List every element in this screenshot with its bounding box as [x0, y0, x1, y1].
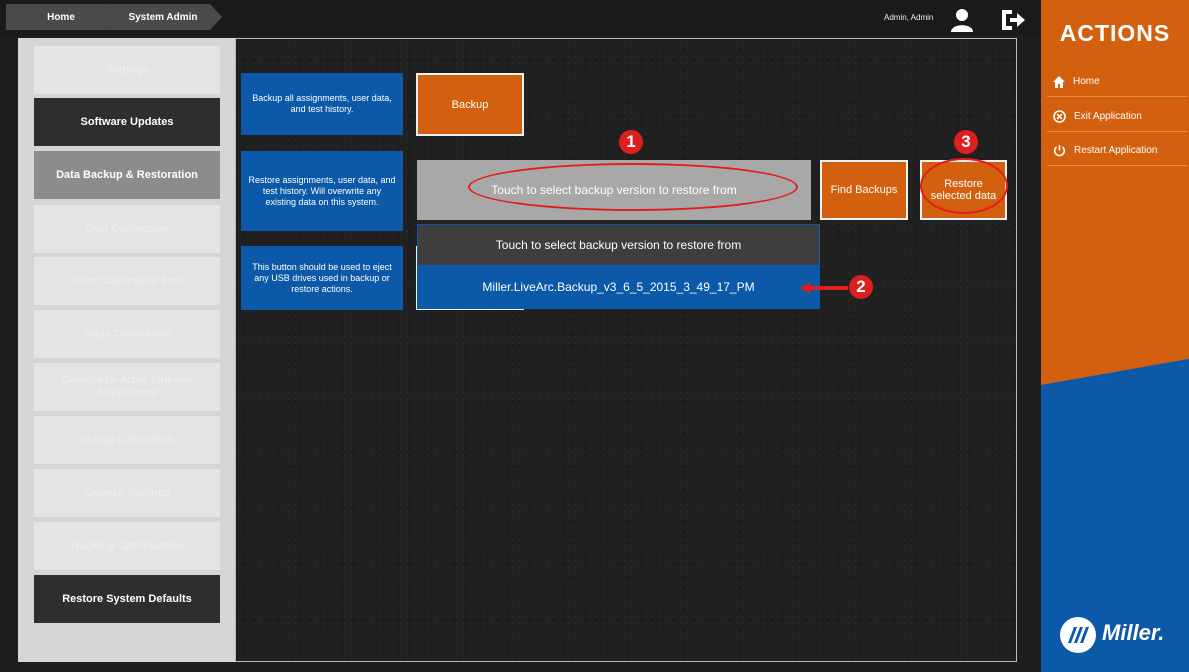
eject-description: This button should be used to eject any … — [241, 246, 403, 310]
sidebar-item-restore-defaults[interactable]: Restore System Defaults — [34, 575, 220, 623]
action-restart[interactable]: Restart Application — [1047, 136, 1187, 166]
restore-description: Restore assignments, user data, and test… — [241, 151, 403, 231]
logout-icon[interactable] — [1000, 8, 1026, 32]
actions-title: ACTIONS — [1059, 20, 1171, 46]
sidebar-item-tracking-optimization: Tracking Optimization — [34, 522, 220, 570]
dropdown-header[interactable]: Touch to select backup version to restor… — [418, 225, 819, 265]
annotation-arrow-icon — [800, 282, 848, 294]
action-exit-label: Exit Application — [1074, 111, 1142, 122]
action-home[interactable]: Home — [1047, 67, 1187, 97]
miller-logo-text: Miller. — [1102, 620, 1165, 645]
top-bar: Home System Admin Admin, Admin — [0, 0, 1040, 36]
actions-orange-bg — [1041, 0, 1189, 400]
sidebar-item-camera-settings: Camera Settings — [34, 469, 220, 517]
annotation-ellipse-select — [468, 163, 798, 211]
backup-version-dropdown: Touch to select backup version to restor… — [417, 224, 820, 309]
sidebar-item-camera-arms-linkage: Camera-to-Arms Linkage Adjustment — [34, 363, 220, 411]
breadcrumb-system-admin[interactable]: System Admin — [104, 4, 222, 30]
annotation-number-1: 1 — [619, 130, 643, 154]
sidebar-item-data-backup[interactable]: Data Backup & Restoration — [34, 151, 220, 199]
breadcrumb-home[interactable]: Home — [6, 4, 116, 30]
action-restart-label: Restart Application — [1074, 145, 1158, 156]
sidebar-item-clamp-calibration: Clamp Calibration — [34, 416, 220, 464]
close-circle-icon — [1053, 110, 1066, 123]
user-icon[interactable] — [950, 8, 974, 32]
sidebar-item-settings: Settings — [34, 46, 220, 94]
backup-description: Backup all assignments, user data, and t… — [241, 73, 403, 135]
actions-panel: ACTIONS Home Exit Application Restart Ap… — [1041, 0, 1189, 672]
sidebar-item-gun-calibration: Gun Calibration — [34, 205, 220, 253]
annotation-number-2: 2 — [849, 275, 873, 299]
find-backups-button[interactable]: Find Backups — [820, 160, 908, 220]
action-home-label: Home — [1073, 76, 1100, 87]
home-icon — [1053, 75, 1065, 88]
user-name: Admin, Admin — [884, 13, 934, 22]
power-icon — [1053, 145, 1066, 157]
sidebar-item-software-updates[interactable]: Software Updates — [34, 98, 220, 146]
sidebar-item-table-calibration: Table Calibration — [34, 310, 220, 358]
dropdown-option[interactable]: Miller.LiveArc.Backup_v3_6_5_2015_3_49_1… — [418, 265, 819, 308]
annotation-ellipse-restore — [920, 158, 1008, 214]
sidebar-item-joint-calibration: Joint Calibration Tool — [34, 257, 220, 305]
sidebar: Settings Software Updates Data Backup & … — [18, 38, 235, 662]
action-exit[interactable]: Exit Application — [1047, 102, 1187, 132]
annotation-number-3: 3 — [954, 130, 978, 154]
backup-button[interactable]: Backup — [416, 73, 524, 136]
